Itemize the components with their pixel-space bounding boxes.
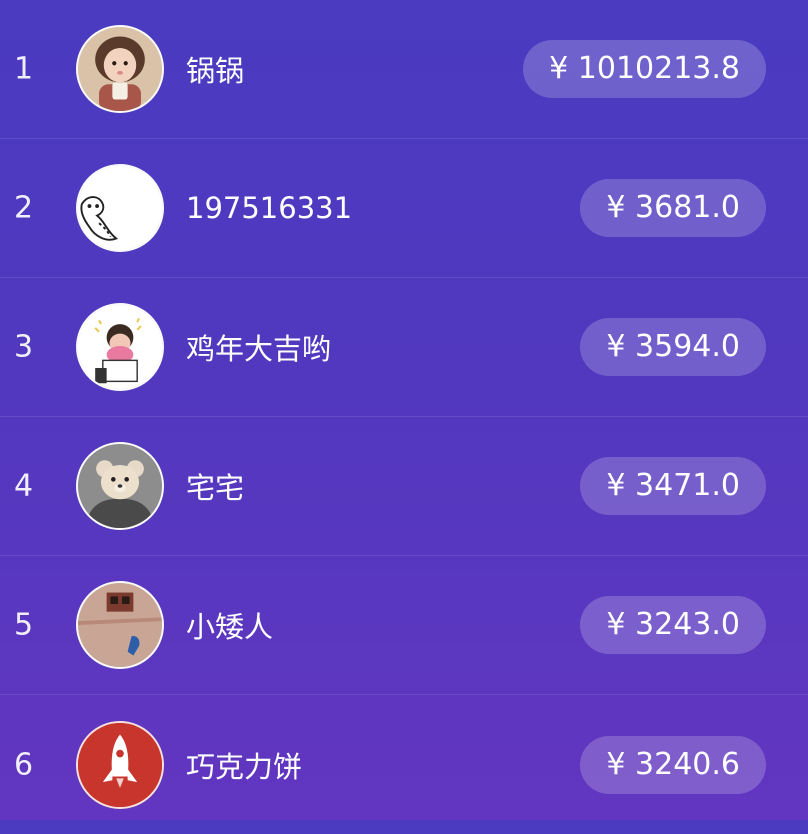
leaderboard-row[interactable]: 2 197516331 ¥ 3681.0 bbox=[0, 139, 808, 278]
rank-number: 6 bbox=[14, 747, 34, 782]
user-name: 小矮人 bbox=[186, 610, 274, 644]
user-name: 巧克力饼 bbox=[186, 749, 303, 784]
user-name: 鸡年大吉哟 bbox=[186, 332, 332, 366]
cartoon-character-avatar-icon[interactable] bbox=[76, 164, 164, 252]
rocket-avatar-icon[interactable] bbox=[76, 720, 164, 809]
leaderboard-row[interactable]: 6 巧克力饼 ¥ 3240.6 bbox=[0, 695, 808, 834]
amount-badge: ¥ 3243.0 bbox=[580, 596, 766, 654]
user-name: 锅锅 bbox=[186, 54, 245, 88]
leaderboard-list: 1 锅锅 ¥ 1010213.8 2 197516331 ¥ 3681.0 3 … bbox=[0, 0, 808, 820]
user-name: 宅宅 bbox=[186, 471, 245, 505]
amount-badge: ¥ 3471.0 bbox=[580, 457, 766, 515]
leaderboard-row[interactable]: 3 鸡年大吉哟 ¥ 3594.0 bbox=[0, 278, 808, 417]
girl-photo-avatar-icon[interactable] bbox=[76, 25, 164, 113]
rank-number: 3 bbox=[14, 329, 34, 365]
user-name: 197516331 bbox=[186, 191, 353, 225]
rank-number: 5 bbox=[14, 607, 34, 643]
rank-number: 4 bbox=[14, 468, 34, 504]
leaderboard-row[interactable]: 4 宅宅 ¥ 3471.0 bbox=[0, 417, 808, 556]
amount-badge: ¥ 3681.0 bbox=[580, 179, 766, 237]
teddy-bear-avatar-icon[interactable] bbox=[76, 442, 164, 530]
cartoon-boy-avatar-icon[interactable] bbox=[76, 303, 164, 391]
leaderboard-row[interactable]: 5 小矮人 ¥ 3243.0 bbox=[0, 556, 808, 695]
amount-badge: ¥ 1010213.8 bbox=[523, 40, 766, 98]
leaderboard-row[interactable]: 1 锅锅 ¥ 1010213.8 bbox=[0, 0, 808, 139]
wall-photo-avatar-icon[interactable] bbox=[76, 581, 164, 669]
amount-badge: ¥ 3240.6 bbox=[580, 735, 766, 794]
amount-badge: ¥ 3594.0 bbox=[580, 318, 766, 376]
rank-number: 2 bbox=[14, 190, 34, 226]
rank-number: 1 bbox=[14, 51, 34, 87]
